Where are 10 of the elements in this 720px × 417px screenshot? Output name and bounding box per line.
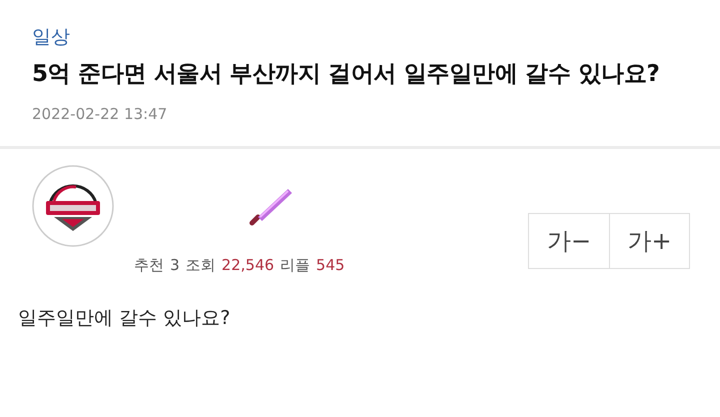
- post-date: 2022-02-22 13:47: [32, 104, 168, 125]
- stat-label: 리플: [280, 256, 310, 275]
- stat-value: 3: [170, 256, 180, 275]
- stat-value: 22,546: [222, 256, 274, 275]
- category-link[interactable]: 일상: [32, 22, 688, 52]
- stat-label: 추천: [134, 256, 164, 275]
- post-body: 일주일만에 갈수 있나요?: [18, 306, 232, 331]
- stat-value: 545: [316, 256, 345, 275]
- post-title: 5억 준다면 서울서 부산까지 걸어서 일주일만에 갈수 있나요?: [32, 60, 660, 89]
- stat-label: 조회: [186, 256, 216, 275]
